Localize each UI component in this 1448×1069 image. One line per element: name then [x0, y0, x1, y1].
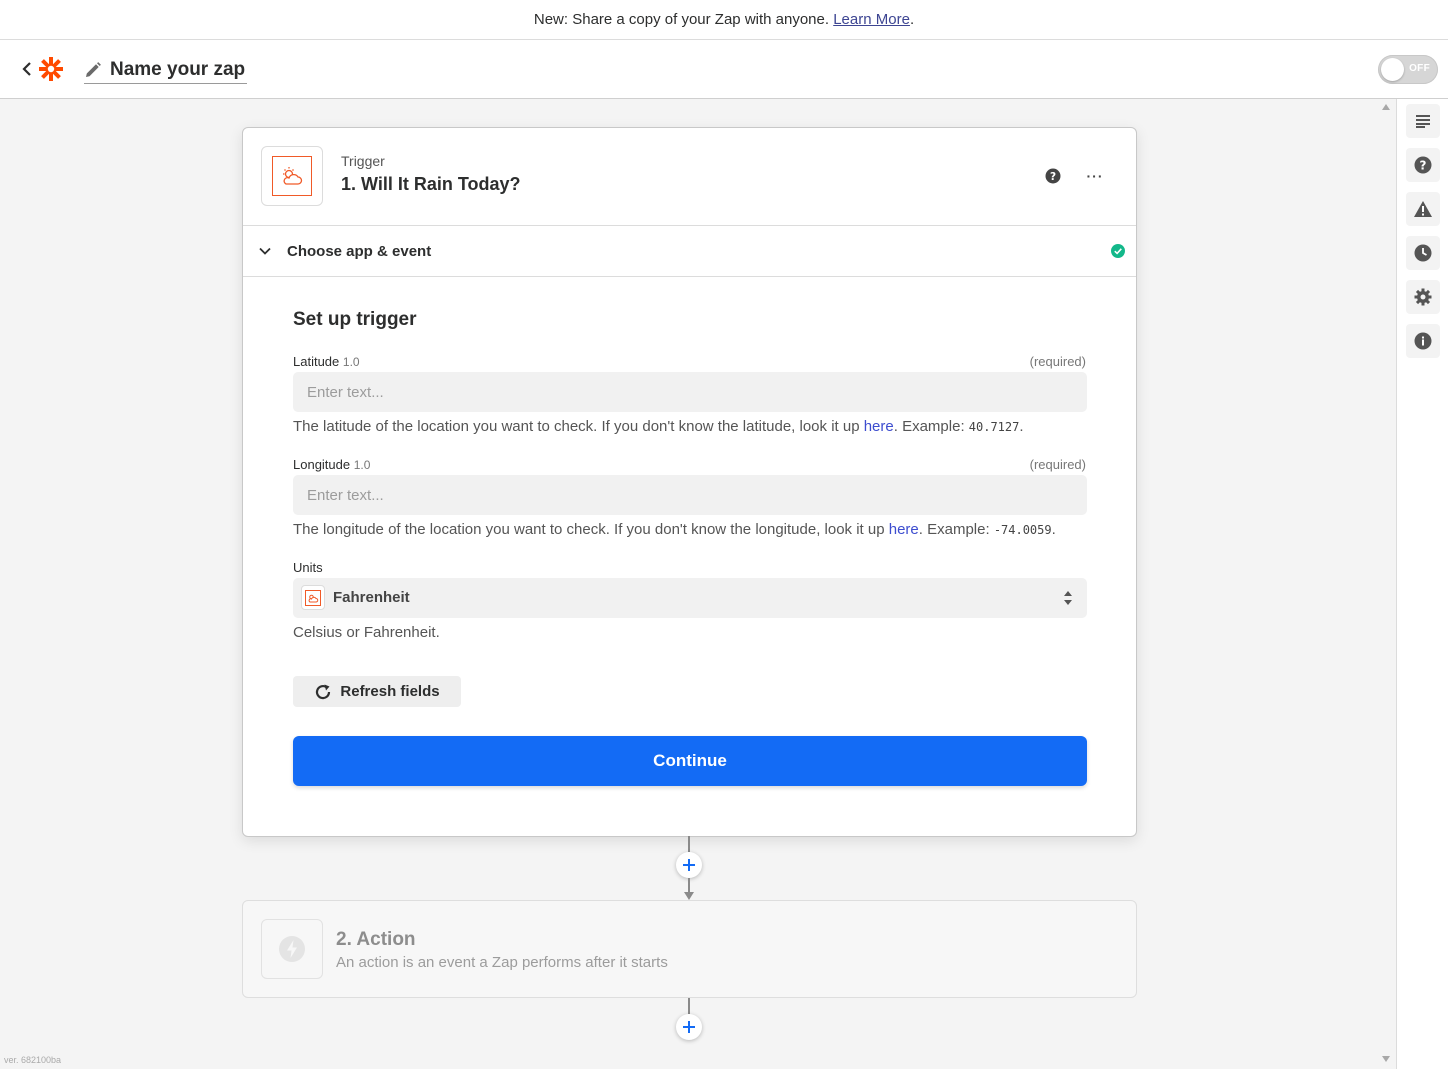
warnings-button[interactable] — [1406, 192, 1440, 226]
latitude-help-text: The latitude of the location you want to… — [293, 418, 864, 435]
details-button[interactable] — [1406, 324, 1440, 358]
longitude-label-text: Longitude — [293, 457, 351, 472]
check-circle-icon — [1111, 244, 1125, 258]
announcement-banner: New: Share a copy of your Zap with anyon… — [0, 0, 1448, 40]
info-circle-icon — [1414, 332, 1432, 350]
svg-text:?: ? — [1420, 159, 1427, 173]
version-label: ver. 682100ba — [4, 1055, 62, 1065]
cloud-sun-icon — [308, 594, 319, 602]
trigger-step-card: Trigger 1. Will It Rain Today? ? ··· Cho… — [242, 127, 1137, 837]
longitude-help-end: . — [1051, 521, 1056, 538]
scroll-up-arrow[interactable] — [1380, 102, 1392, 112]
banner-suffix: . — [909, 11, 915, 28]
latitude-input[interactable] — [293, 372, 1087, 412]
longitude-help: The longitude of the location you want t… — [293, 521, 1056, 538]
settings-button[interactable] — [1406, 280, 1440, 314]
trigger-card-header[interactable]: Trigger 1. Will It Rain Today? ? ··· — [243, 128, 1136, 226]
units-help: Celsius or Fahrenheit. — [293, 624, 440, 641]
pencil-icon — [86, 61, 101, 77]
longitude-label: Longitude 1.0 — [293, 457, 370, 472]
lines-icon — [1416, 115, 1430, 128]
latitude-help: The latitude of the location you want to… — [293, 418, 1024, 435]
longitude-help-text: The longitude of the location you want t… — [293, 521, 889, 538]
scroll-down-arrow[interactable] — [1380, 1054, 1392, 1064]
latitude-example: 40.7127 — [968, 420, 1020, 434]
step-title: 1. Will It Rain Today? — [341, 174, 521, 194]
weather-app-icon — [301, 585, 325, 610]
zap-name-text: Name your zap — [110, 58, 246, 80]
lightning-bolt-icon — [279, 936, 305, 962]
triangle-up-icon — [1382, 104, 1390, 110]
toggle-knob — [1381, 58, 1404, 81]
question-circle-icon: ? — [1045, 168, 1061, 184]
step-connector-line — [688, 836, 690, 852]
clock-icon — [1414, 244, 1432, 262]
step-more-button[interactable]: ··· — [1083, 166, 1107, 186]
step-connector-line — [688, 998, 690, 1014]
step-help-button[interactable]: ? — [1045, 168, 1061, 184]
longitude-here-link[interactable]: here — [889, 521, 919, 538]
editor-header: Name your zap OFF — [0, 40, 1448, 99]
longitude-required: (required) — [1029, 457, 1086, 472]
learn-more-link[interactable]: Learn More — [833, 11, 910, 28]
zapier-asterisk-icon — [39, 57, 63, 81]
refresh-fields-button[interactable]: Refresh fields — [293, 676, 461, 707]
chevron-down-icon — [259, 247, 271, 255]
units-select[interactable]: Fahrenheit — [293, 578, 1087, 618]
latitude-help-after: . Example: — [893, 418, 969, 435]
zapier-logo[interactable] — [38, 56, 64, 82]
longitude-help-after: . Example: — [918, 521, 994, 538]
plus-icon — [683, 1021, 695, 1033]
action-step-card[interactable]: 2. Action An action is an event a Zap pe… — [242, 900, 1137, 998]
select-arrows-icon — [1064, 591, 1072, 605]
action-subtitle: An action is an event a Zap performs aft… — [336, 954, 668, 971]
setup-title: Set up trigger — [293, 309, 417, 330]
zap-on-off-toggle[interactable]: OFF — [1378, 55, 1438, 84]
action-placeholder-icon — [261, 919, 323, 979]
weather-app-icon — [261, 146, 323, 206]
gear-icon — [1414, 288, 1432, 306]
refresh-fields-label: Refresh fields — [340, 683, 440, 700]
banner-text: New: Share a copy of your Zap with anyon… — [533, 11, 830, 28]
chevron-left-icon — [22, 62, 31, 76]
right-sidebar: ? — [1396, 99, 1448, 1069]
cloud-sun-icon — [283, 167, 303, 185]
units-selected-value: Fahrenheit — [333, 589, 410, 606]
zap-name-field[interactable]: Name your zap — [84, 56, 248, 84]
connector-arrow — [684, 892, 694, 900]
step-kind-label: Trigger — [341, 153, 385, 169]
add-step-button[interactable] — [676, 1014, 702, 1040]
setup-trigger-section: Set up trigger Latitude 1.0 (required) T… — [243, 277, 1136, 836]
question-circle-icon: ? — [1414, 156, 1432, 174]
triangle-down-icon — [1382, 1056, 1390, 1062]
latitude-required: (required) — [1029, 354, 1086, 369]
warning-triangle-icon — [1414, 201, 1432, 217]
latitude-label-text: Latitude — [293, 354, 340, 369]
refresh-icon — [316, 684, 331, 699]
toggle-label: OFF — [1409, 63, 1430, 74]
plus-icon — [683, 859, 695, 871]
longitude-version: 1.0 — [353, 458, 371, 472]
longitude-input[interactable] — [293, 475, 1087, 515]
action-title: 2. Action — [336, 929, 416, 950]
latitude-version: 1.0 — [342, 355, 360, 369]
step-connector-line — [688, 878, 690, 892]
latitude-help-end: . — [1019, 418, 1024, 435]
history-button[interactable] — [1406, 236, 1440, 270]
add-step-button[interactable] — [676, 852, 702, 878]
notes-button[interactable] — [1406, 104, 1440, 138]
continue-button[interactable]: Continue — [293, 736, 1087, 786]
back-button[interactable] — [18, 59, 36, 79]
choose-app-event-section[interactable]: Choose app & event — [243, 226, 1136, 277]
svg-text:?: ? — [1050, 171, 1056, 183]
units-label: Units — [293, 560, 323, 575]
latitude-label: Latitude 1.0 — [293, 354, 360, 369]
latitude-here-link[interactable]: here — [864, 418, 894, 435]
longitude-example: -74.0059 — [993, 523, 1052, 537]
help-button[interactable]: ? — [1406, 148, 1440, 182]
section-label: Choose app & event — [287, 243, 432, 260]
